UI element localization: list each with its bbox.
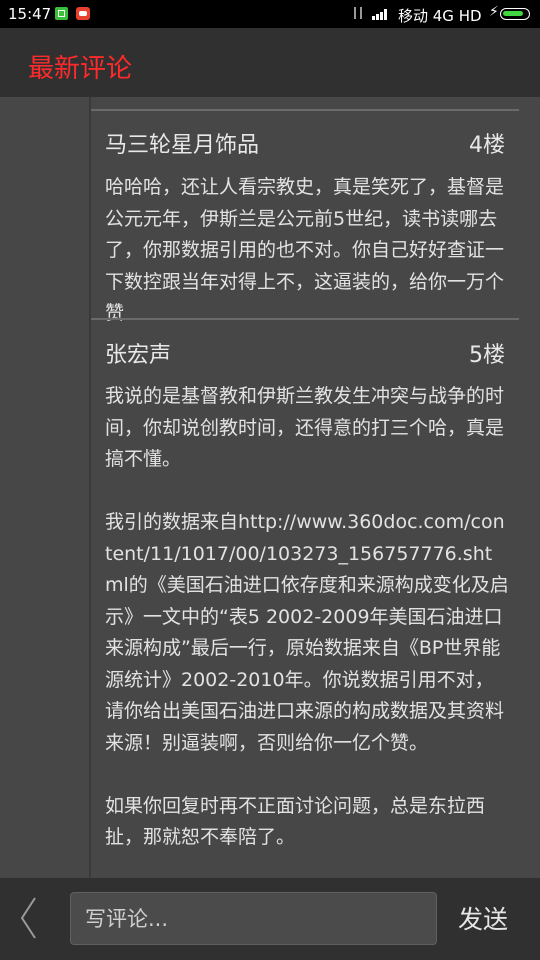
send-button[interactable]: 发送 [458,900,508,936]
page-title: 最新评论 [28,54,133,84]
charging-icon: ⚡ [489,4,499,20]
comment-input[interactable] [70,892,437,945]
comment-item[interactable]: 张宏声 5楼 我说的是基督教和伊斯兰教发生冲突与战争的时间，你却说创教时间，还得… [91,320,519,878]
comment-item[interactable]: 马三轮星月饰品 4楼 哈哈哈，还让人看宗教史，真是笑死了，基督是公元元年，伊斯兰… [91,111,519,324]
carrier-label: 移动 4G HD [398,7,482,25]
comment-floor: 4楼 [469,133,505,158]
comment-body: 我说的是基督教和伊斯兰教发生冲突与战争的时间，你却说创教时间，还得意的打三个哈，… [105,381,510,854]
wechat-app-icon [55,7,68,20]
comment-composer-bar: 发送 [0,878,540,960]
status-time: 15:47 [8,5,52,23]
signal-icon [372,7,390,20]
back-button[interactable] [8,892,48,944]
battery-icon [500,8,530,20]
comment-author[interactable]: 马三轮星月饰品 [105,127,259,159]
comment-body: 哈哈哈，还让人看宗教史，真是笑死了，基督是公元元年，伊斯兰是公元前5世纪，读书读… [105,172,510,330]
comment-paragraph: 我说的是基督教和伊斯兰教发生冲突与战争的时间，你却说创教时间，还得意的打三个哈，… [105,385,505,470]
status-bar: 15:47 移动 4G HD ⚡ [0,0,540,28]
chevron-left-icon [20,897,36,939]
comment-paragraph: 如果你回复时再不正面讨论问题，总是东拉西扯，那就恕不奉陪了。 [105,794,486,849]
comment-list[interactable]: 马三轮星月饰品 4楼 哈哈哈，还让人看宗教史，真是笑死了，基督是公元元年，伊斯兰… [0,97,540,878]
network-transfer-icon [352,6,366,20]
notification-app-icon [76,7,90,20]
comment-paragraph: 哈哈哈，还让人看宗教史，真是笑死了，基督是公元元年，伊斯兰是公元前5世纪，读书读… [105,176,505,324]
comment-author[interactable]: 张宏声 [105,337,171,369]
comment-floor: 5楼 [469,343,505,368]
comment-paragraph: 我引的数据来自http://www.360doc.com/content/11/… [105,511,509,754]
title-bar: 最新评论 [0,28,540,97]
